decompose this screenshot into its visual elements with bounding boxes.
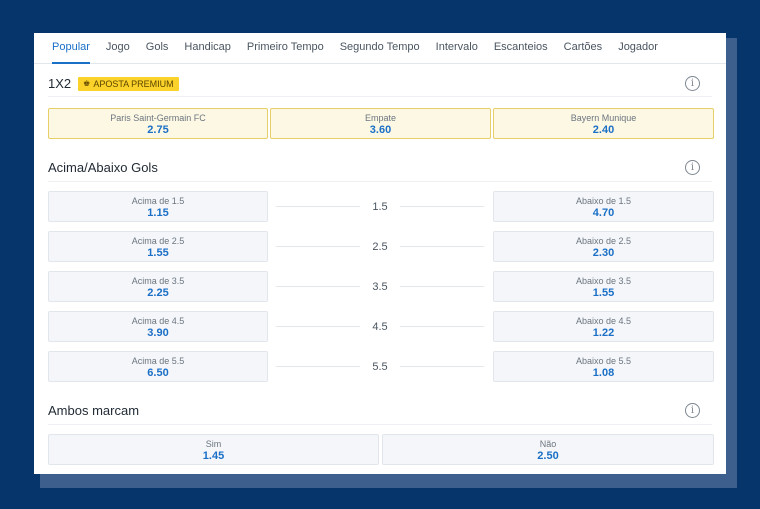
odd-value: 6.50 — [147, 367, 169, 379]
goal-line-value: 4.5 — [372, 320, 388, 333]
odd-label: Acima de 4.5 — [131, 316, 185, 326]
section-over-under-header: Acima/Abaixo Gols i — [48, 154, 712, 182]
odd-value: 1.45 — [202, 450, 225, 462]
goal-line: 3.5 — [276, 271, 485, 302]
odd-label: Abaixo de 1.5 — [575, 196, 632, 206]
tab-segundo-tempo[interactable]: Segundo Tempo — [340, 33, 420, 64]
goal-line-value: 3.5 — [372, 280, 388, 293]
info-icon[interactable]: i — [685, 403, 700, 418]
odd-label: Acima de 3.5 — [131, 276, 185, 286]
odd-label: Bayern Munique — [570, 113, 637, 123]
section-both-score-header: Ambos marcam i — [48, 397, 712, 425]
market-tabs: Popular Jogo Gols Handicap Primeiro Temp… — [34, 33, 726, 64]
goal-line: 2.5 — [276, 231, 485, 262]
goal-line: 4.5 — [276, 311, 485, 342]
info-icon[interactable]: i — [685, 160, 700, 175]
goal-line: 1.5 — [276, 191, 485, 222]
tab-primeiro-tempo[interactable]: Primeiro Tempo — [247, 33, 324, 64]
odd-label: Paris Saint-Germain FC — [110, 113, 206, 123]
odd-button-yes[interactable]: Sim 1.45 — [48, 434, 379, 465]
markets-card: Popular Jogo Gols Handicap Primeiro Temp… — [34, 33, 726, 474]
section-title-both-score: Ambos marcam — [48, 403, 140, 418]
odd-button-over[interactable]: Acima de 3.5 2.25 — [48, 271, 268, 302]
odd-label: Abaixo de 3.5 — [575, 276, 632, 286]
odd-value: 2.50 — [537, 450, 559, 462]
tab-jogador[interactable]: Jogador — [618, 33, 658, 64]
premium-badge: ♚ APOSTA PREMIUM — [78, 76, 179, 91]
odd-label: Acima de 5.5 — [131, 356, 185, 366]
odd-label: Não — [539, 439, 557, 449]
tab-handicap[interactable]: Handicap — [184, 33, 230, 64]
odd-button-home[interactable]: Paris Saint-Germain FC 2.75 — [48, 108, 268, 139]
goal-line-value: 2.5 — [372, 240, 388, 253]
odd-label: Sim — [205, 439, 222, 449]
odd-value: 1.55 — [147, 247, 169, 259]
odd-value: 3.90 — [147, 327, 169, 339]
odd-label: Empate — [364, 113, 397, 123]
tab-escanteios[interactable]: Escanteios — [494, 33, 548, 64]
odd-button-under[interactable]: Abaixo de 2.5 2.30 — [493, 231, 714, 262]
odd-label: Acima de 2.5 — [131, 236, 185, 246]
tab-jogo[interactable]: Jogo — [106, 33, 130, 64]
odd-button-no[interactable]: Não 2.50 — [382, 434, 714, 465]
odd-value: 2.40 — [592, 124, 615, 136]
goal-line-value: 1.5 — [372, 200, 388, 213]
odd-value: 2.30 — [592, 247, 615, 259]
tab-cartoes[interactable]: Cartões — [564, 33, 603, 64]
odd-label: Abaixo de 2.5 — [575, 236, 632, 246]
odd-button-under[interactable]: Abaixo de 3.5 1.55 — [493, 271, 714, 302]
odd-label: Acima de 1.5 — [131, 196, 185, 206]
odd-label: Abaixo de 5.5 — [575, 356, 632, 366]
odd-button-under[interactable]: Abaixo de 5.5 1.08 — [493, 351, 714, 382]
odd-button-over[interactable]: Acima de 4.5 3.90 — [48, 311, 268, 342]
odd-value: 1.55 — [592, 287, 615, 299]
info-icon[interactable]: i — [685, 76, 700, 91]
crown-icon: ♚ — [83, 79, 91, 88]
tab-intervalo[interactable]: Intervalo — [436, 33, 478, 64]
section-title-1x2: 1X2 — [48, 76, 72, 91]
odd-label: Abaixo de 4.5 — [575, 316, 632, 326]
odd-value: 1.08 — [592, 367, 615, 379]
odd-button-under[interactable]: Abaixo de 1.5 4.70 — [493, 191, 714, 222]
goal-line-value: 5.5 — [372, 360, 388, 373]
odd-button-away[interactable]: Bayern Munique 2.40 — [493, 108, 714, 139]
odd-value: 4.70 — [592, 207, 615, 219]
odd-value: 1.15 — [147, 207, 169, 219]
tab-gols[interactable]: Gols — [146, 33, 169, 64]
tab-popular[interactable]: Popular — [52, 33, 90, 64]
odd-value: 3.60 — [369, 124, 392, 136]
odd-button-over[interactable]: Acima de 1.5 1.15 — [48, 191, 268, 222]
odd-button-over[interactable]: Acima de 2.5 1.55 — [48, 231, 268, 262]
section-1x2-header: 1X2 ♚ APOSTA PREMIUM i — [48, 71, 712, 97]
goal-line: 5.5 — [276, 351, 485, 382]
section-title-over-under: Acima/Abaixo Gols — [48, 160, 158, 175]
odd-button-over[interactable]: Acima de 5.5 6.50 — [48, 351, 268, 382]
odd-value: 1.22 — [592, 327, 615, 339]
odd-button-draw[interactable]: Empate 3.60 — [270, 108, 491, 139]
odd-button-under[interactable]: Abaixo de 4.5 1.22 — [493, 311, 714, 342]
odd-value: 2.75 — [147, 124, 169, 136]
premium-badge-label: APOSTA PREMIUM — [93, 78, 174, 89]
odd-value: 2.25 — [147, 287, 169, 299]
